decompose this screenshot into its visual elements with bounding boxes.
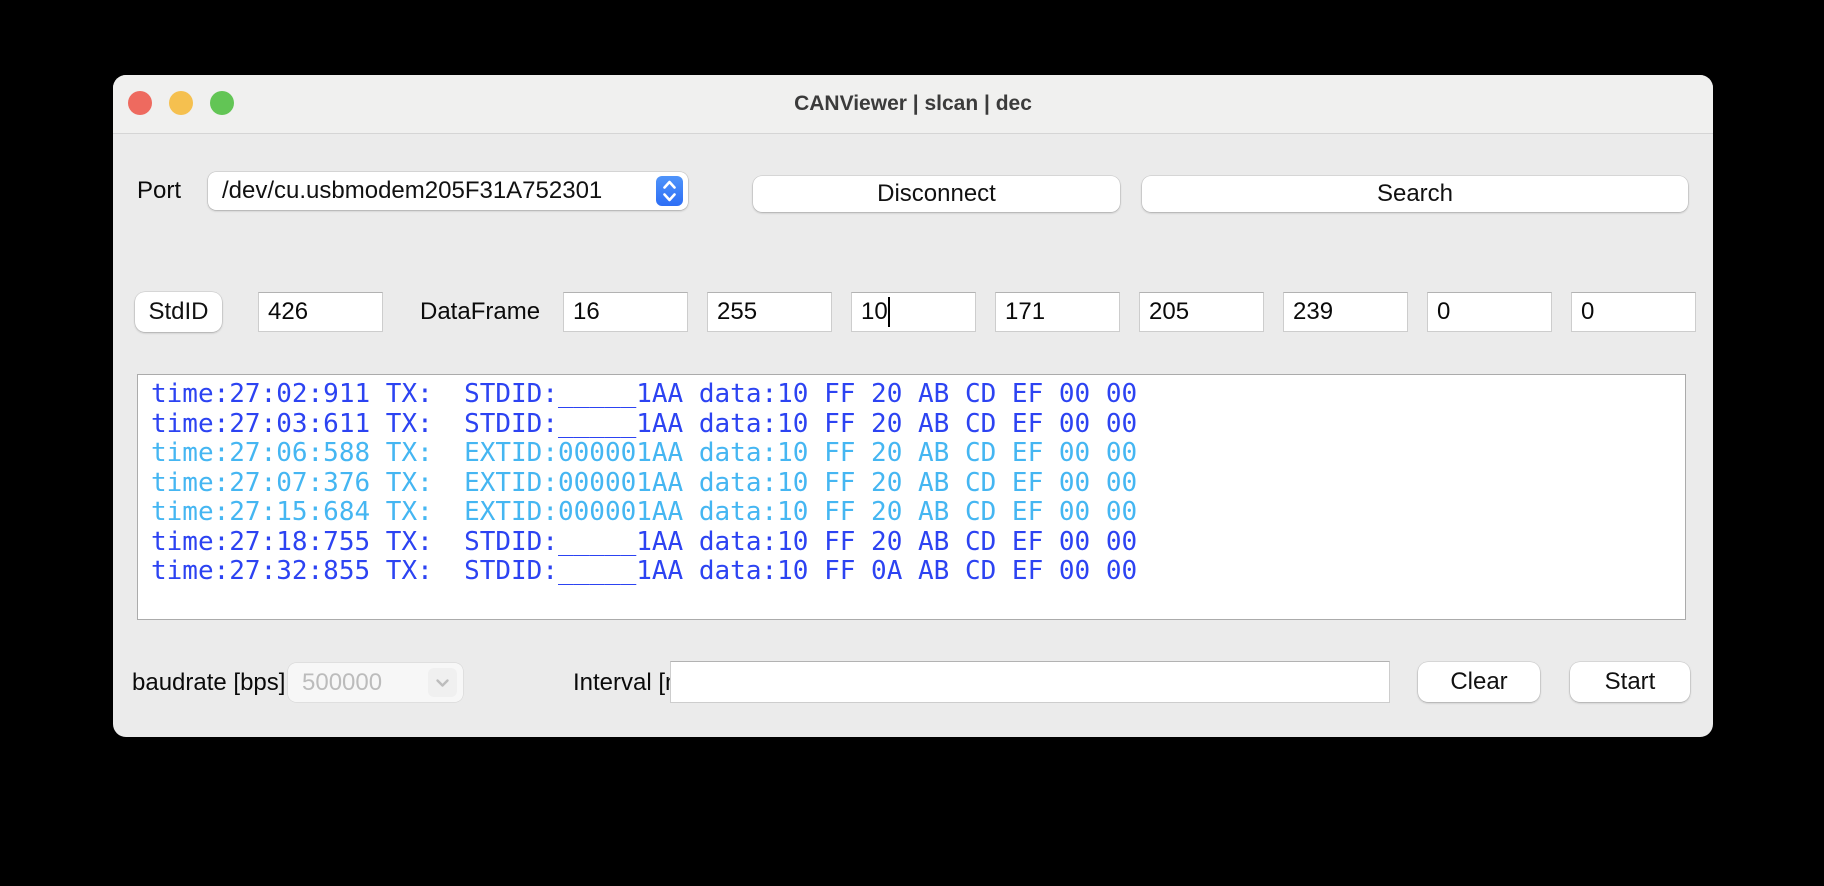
- port-stepper-icon: [656, 176, 683, 206]
- dataframe-byte-1-wrap: [707, 292, 832, 332]
- title-bar: CANViewer | slcan | dec: [113, 75, 1713, 134]
- app-window: CANViewer | slcan | dec Port /dev/cu.usb…: [113, 75, 1713, 737]
- dataframe-byte-3-input[interactable]: [995, 292, 1120, 332]
- port-label: Port: [137, 177, 182, 204]
- dataframe-byte-0-input[interactable]: [563, 292, 688, 332]
- dataframe-byte-3-wrap: [995, 292, 1120, 332]
- port-select-value: /dev/cu.usbmodem205F31A752301: [222, 177, 603, 204]
- log-line: time:27:32:855 TX: STDID:_____1AA data:1…: [151, 556, 1138, 586]
- dataframe-byte-7-wrap: [1571, 292, 1696, 332]
- dataframe-byte-5-input[interactable]: [1283, 292, 1408, 332]
- dataframe-byte-0-wrap: [563, 292, 688, 332]
- log-line: time:27:18:755 TX: STDID:_____1AA data:1…: [151, 526, 1138, 557]
- chevron-down-icon: [428, 668, 457, 697]
- dataframe-byte-1-input[interactable]: [707, 292, 832, 332]
- clear-button[interactable]: Clear: [1418, 662, 1540, 702]
- dataframe-label: DataFrame: [420, 298, 541, 325]
- text-caret: [888, 297, 890, 327]
- port-select[interactable]: /dev/cu.usbmodem205F31A752301: [208, 172, 688, 210]
- log-line: time:27:06:588 TX: EXTID:000001AA data:1…: [151, 438, 1138, 468]
- log-line: time:27:15:684 TX: EXTID:000001AA data:1…: [151, 497, 1138, 527]
- baudrate-label: baudrate [bps]: [132, 669, 286, 696]
- window-title: CANViewer | slcan | dec: [794, 92, 1032, 115]
- search-button[interactable]: Search: [1142, 176, 1688, 212]
- can-message-log[interactable]: time:27:02:911 TX: STDID:_____1AA data:1…: [137, 374, 1686, 620]
- dataframe-byte-6-wrap: [1427, 292, 1552, 332]
- baudrate-select: 500000: [288, 663, 463, 702]
- stdid-value-input[interactable]: [258, 292, 383, 332]
- disconnect-button[interactable]: Disconnect: [753, 176, 1120, 212]
- log-line: time:27:02:911 TX: STDID:_____1AA data:1…: [151, 379, 1138, 409]
- log-line: time:27:07:376 TX: EXTID:000001AA data:1…: [151, 467, 1138, 498]
- dataframe-byte-6-input[interactable]: [1427, 292, 1552, 332]
- dataframe-byte-2-wrap: [851, 292, 976, 332]
- dataframe-byte-7-input[interactable]: [1571, 292, 1696, 332]
- dataframe-byte-2-input[interactable]: [851, 292, 976, 332]
- interval-input[interactable]: [670, 661, 1390, 703]
- log-line: time:27:03:611 TX: STDID:_____1AA data:1…: [151, 408, 1138, 439]
- id-type-button[interactable]: StdID: [135, 292, 222, 332]
- baudrate-select-value: 500000: [302, 668, 383, 696]
- dataframe-byte-4-input[interactable]: [1139, 292, 1264, 332]
- dataframe-byte-4-wrap: [1139, 292, 1264, 332]
- dataframe-byte-5-wrap: [1283, 292, 1408, 332]
- start-button[interactable]: Start: [1570, 662, 1690, 702]
